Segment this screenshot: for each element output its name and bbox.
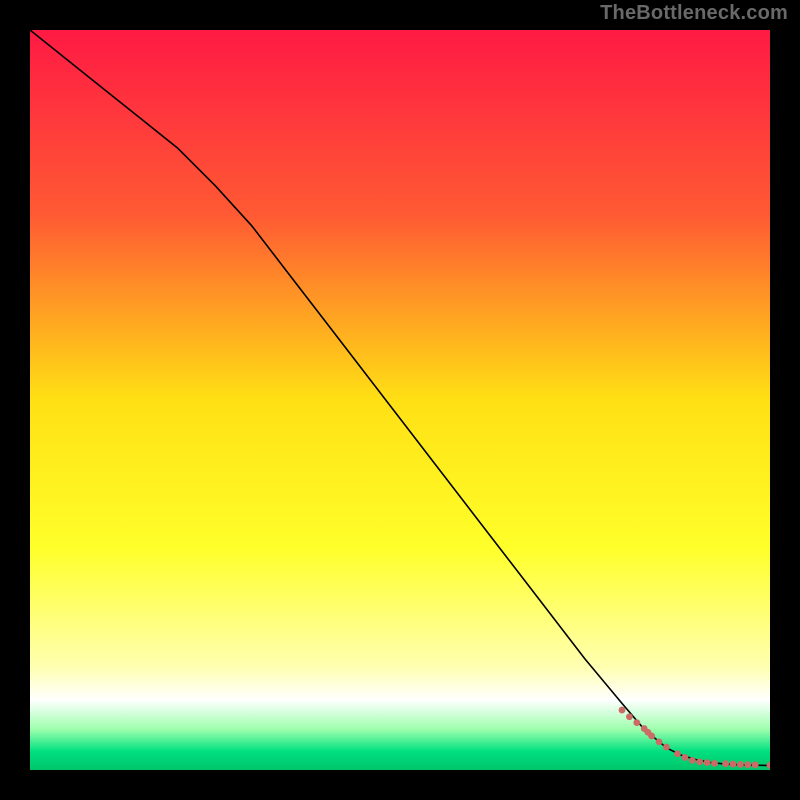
scatter-point [633, 719, 640, 726]
gradient-background [30, 30, 770, 770]
scatter-point [752, 761, 759, 768]
scatter-point [656, 738, 663, 745]
scatter-point [648, 733, 655, 740]
scatter-point [663, 744, 670, 751]
scatter-point [737, 761, 744, 768]
scatter-point [619, 707, 626, 714]
scatter-point [696, 758, 703, 765]
chart-frame: TheBottleneck.com [0, 0, 800, 800]
scatter-point [730, 761, 737, 768]
plot-svg [30, 30, 770, 770]
scatter-point [711, 760, 718, 767]
scatter-point [682, 754, 689, 761]
scatter-point [704, 759, 711, 766]
scatter-point [689, 757, 696, 764]
scatter-point [674, 750, 681, 757]
scatter-point [626, 713, 633, 720]
attribution-label: TheBottleneck.com [600, 2, 788, 25]
scatter-point [722, 760, 729, 767]
plot-area [30, 30, 770, 770]
scatter-point [744, 761, 751, 768]
